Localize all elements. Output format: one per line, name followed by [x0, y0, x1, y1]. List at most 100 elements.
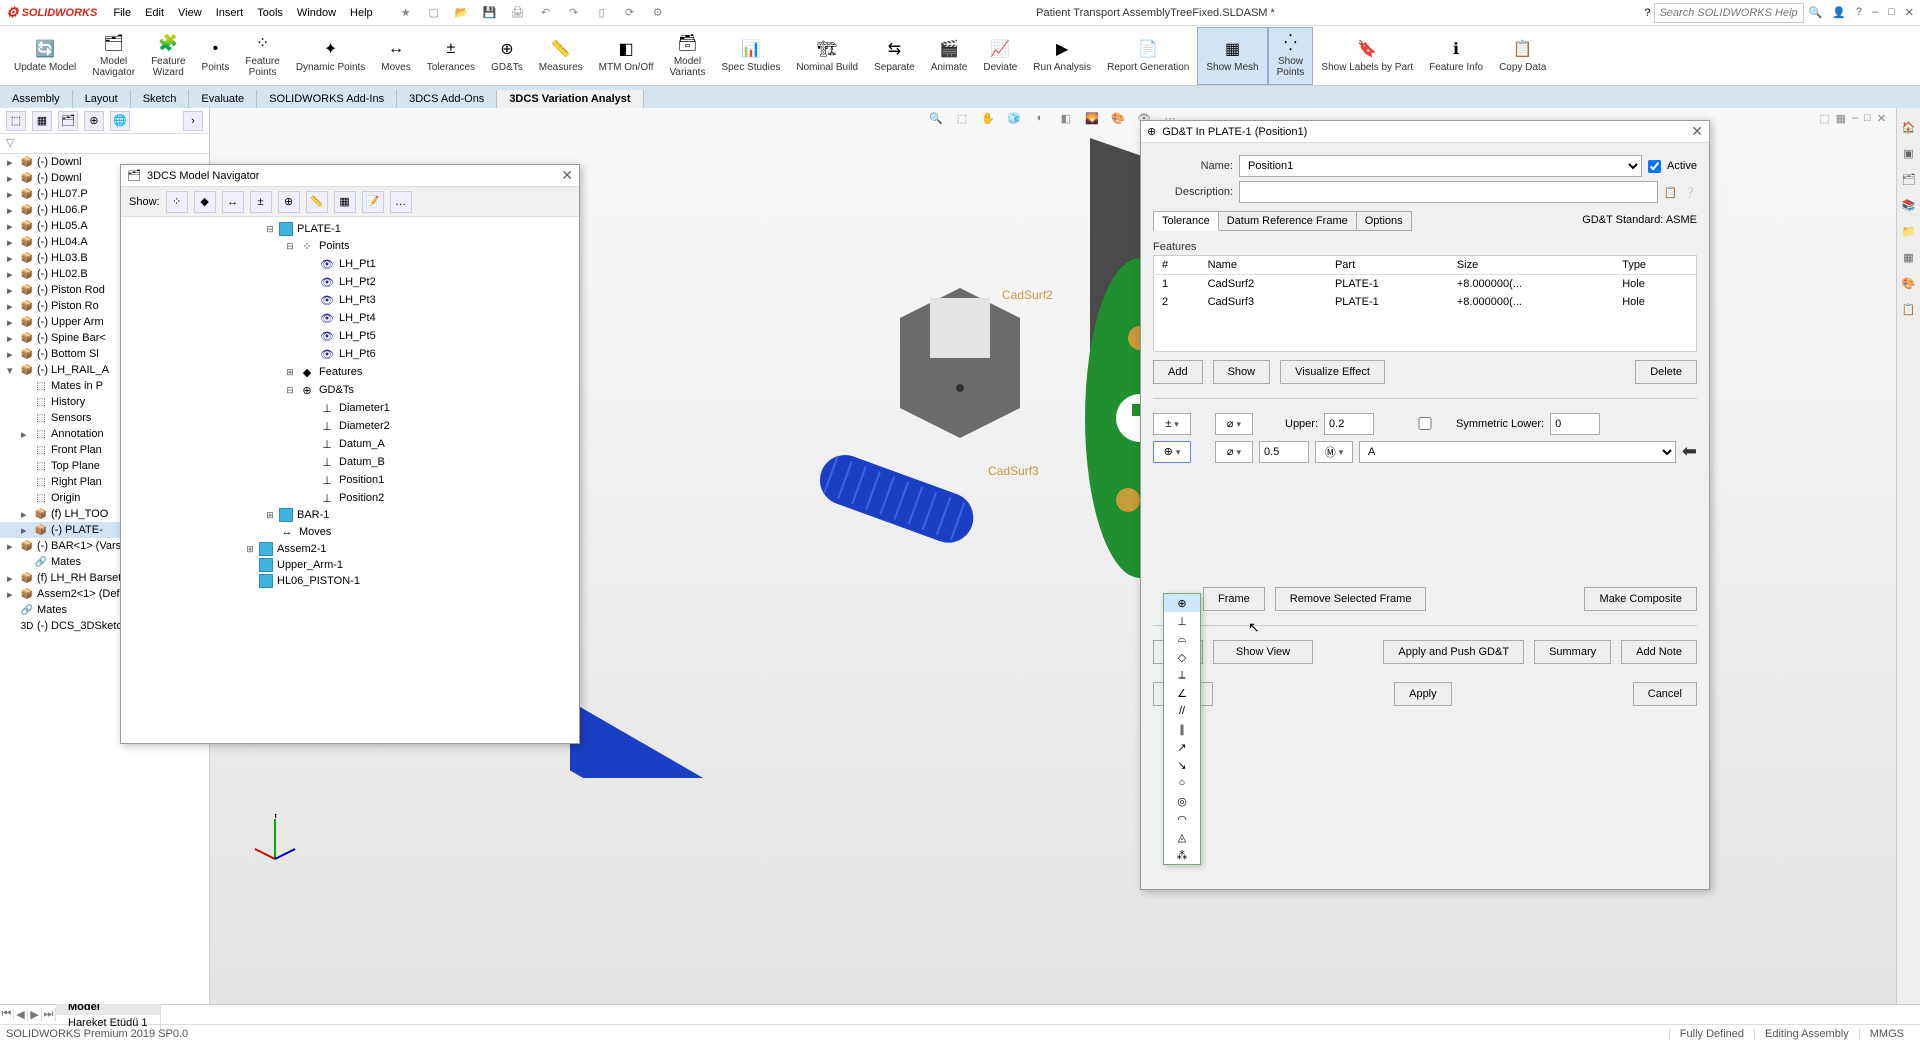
- doc-float-icon[interactable]: ⬚: [1819, 112, 1829, 125]
- display-pane-icon[interactable]: ▦: [32, 111, 52, 131]
- prev-tab-icon[interactable]: ◀: [14, 1008, 28, 1021]
- ribbon-tolerances[interactable]: ±Tolerances: [419, 27, 483, 85]
- nav-tree-row[interactable]: ⊞BAR-1: [121, 507, 579, 523]
- apply-button[interactable]: Apply: [1394, 682, 1452, 706]
- nav-tree-row[interactable]: 👁LH_Pt6: [121, 345, 579, 363]
- expand-icon[interactable]: ▸: [7, 284, 17, 297]
- table-row[interactable]: 2CadSurf3PLATE-1+8.000000(...Hole: [1154, 293, 1697, 311]
- menu-view[interactable]: View: [178, 7, 202, 19]
- visualize-button[interactable]: Visualize Effect: [1280, 360, 1385, 384]
- home-icon[interactable]: 🏠: [1900, 118, 1918, 136]
- zoom-fit-icon[interactable]: 🔍: [927, 112, 945, 125]
- upper-input[interactable]: [1324, 413, 1374, 435]
- show-points-icon[interactable]: ⁘: [166, 191, 188, 213]
- show-notes-icon[interactable]: 📝: [362, 191, 384, 213]
- expand-icon[interactable]: ▸: [7, 348, 17, 361]
- expand-icon[interactable]: ▸: [7, 172, 17, 185]
- config-icon[interactable]: 🗂: [58, 111, 78, 131]
- symbol-option[interactable]: ◎: [1164, 792, 1200, 810]
- expand-icon[interactable]: ▸: [7, 332, 17, 345]
- expand-icon[interactable]: ▸: [7, 204, 17, 217]
- eye-icon[interactable]: 👁: [319, 346, 335, 362]
- doc-close-icon[interactable]: ✕: [1877, 112, 1886, 125]
- summary-button[interactable]: Summary: [1534, 640, 1611, 664]
- show-features-icon[interactable]: ◆: [194, 191, 216, 213]
- nav-tree-row[interactable]: ⊟⊕GD&Ts: [121, 381, 579, 399]
- maximize-icon[interactable]: □: [1888, 6, 1895, 19]
- nav-tree-row[interactable]: ⊥Diameter2: [121, 417, 579, 435]
- tab-options[interactable]: Options: [1356, 211, 1412, 231]
- file-expl-icon[interactable]: 📁: [1900, 222, 1918, 240]
- scene-icon[interactable]: 🌄: [1083, 112, 1101, 125]
- tol-diameter-select[interactable]: ⌀: [1215, 441, 1253, 463]
- nav-tree-row[interactable]: 👁LH_Pt1: [121, 255, 579, 273]
- symbol-option[interactable]: ◠: [1164, 810, 1200, 828]
- task-icon[interactable]: 🌐: [110, 111, 130, 131]
- nav-tree-row[interactable]: ⊥Diameter1: [121, 399, 579, 417]
- search-icon[interactable]: 🔍: [1808, 6, 1822, 19]
- size-symbol-select[interactable]: ±: [1153, 413, 1191, 435]
- sym-lower-checkbox[interactable]: [1400, 417, 1450, 430]
- expand-icon[interactable]: ⊞: [245, 544, 255, 555]
- make-composite-button[interactable]: Make Composite: [1584, 587, 1697, 611]
- assembly-tab-icon[interactable]: ⬚: [6, 111, 26, 131]
- frame-button[interactable]: Frame: [1203, 587, 1265, 611]
- expand-icon[interactable]: ▸: [7, 300, 17, 313]
- menu-help[interactable]: Help: [350, 7, 373, 19]
- table-row[interactable]: 1CadSurf2PLATE-1+8.000000(...Hole: [1154, 275, 1697, 294]
- open-icon[interactable]: 📂: [453, 6, 471, 19]
- design-lib-icon[interactable]: 📚: [1900, 196, 1918, 214]
- cmd-tab-3dcs-variation-analyst[interactable]: 3DCS Variation Analyst: [497, 90, 643, 108]
- eye-icon[interactable]: 👁: [319, 274, 335, 290]
- cmd-tab-solidworks-add-ins[interactable]: SOLIDWORKS Add-Ins: [257, 90, 397, 108]
- undo-icon[interactable]: ↶: [537, 6, 555, 19]
- ribbon-spec-studies[interactable]: 📊Spec Studies: [713, 27, 788, 85]
- active-checkbox[interactable]: [1648, 160, 1661, 173]
- expand-icon[interactable]: ⊞: [285, 367, 295, 378]
- expand-icon[interactable]: ▸: [7, 236, 17, 249]
- ribbon-copy-data[interactable]: 📋Copy Data: [1491, 27, 1554, 85]
- show-button[interactable]: Show: [1213, 360, 1271, 384]
- cancel-button[interactable]: Cancel: [1633, 682, 1697, 706]
- options-icon[interactable]: ⚙: [649, 6, 667, 19]
- notes-icon[interactable]: 📋: [1664, 186, 1678, 199]
- display-style-icon[interactable]: ◐: [1031, 112, 1049, 125]
- resources-icon[interactable]: 🗂: [1900, 170, 1918, 188]
- expand-icon[interactable]: ▸: [7, 220, 17, 233]
- column-header[interactable]: Name: [1200, 256, 1327, 275]
- cmd-tab-assembly[interactable]: Assembly: [0, 90, 73, 108]
- show-mesh-icon[interactable]: ▦: [334, 191, 356, 213]
- show-gdts-icon[interactable]: ⊕: [278, 191, 300, 213]
- expand-icon[interactable]: ▸: [7, 252, 17, 265]
- star-icon[interactable]: ★: [397, 6, 415, 19]
- expand-icon[interactable]: ▸: [21, 428, 31, 441]
- ribbon-show-mesh[interactable]: ▦Show Mesh: [1197, 27, 1267, 85]
- column-header[interactable]: #: [1154, 256, 1200, 275]
- nav-tree-row[interactable]: ⊥Datum_B: [121, 453, 579, 471]
- ribbon-dynamic-points[interactable]: ✦Dynamic Points: [288, 27, 373, 85]
- navigator-titlebar[interactable]: 🗂 3DCS Model Navigator ✕: [121, 165, 579, 187]
- diameter-symbol-select[interactable]: ⌀: [1215, 413, 1253, 435]
- appearance2-icon[interactable]: 🎨: [1900, 274, 1918, 292]
- view-palette-icon[interactable]: ▦: [1900, 248, 1918, 266]
- geom-char-select[interactable]: ⊕: [1153, 441, 1191, 463]
- eye-icon[interactable]: 👁: [319, 310, 335, 326]
- gdt-close-icon[interactable]: ✕: [1691, 123, 1703, 140]
- expand-icon[interactable]: ›: [183, 111, 203, 131]
- cmd-tab-evaluate[interactable]: Evaluate: [189, 90, 257, 108]
- ribbon-run-analysis[interactable]: ▶Run Analysis: [1025, 27, 1099, 85]
- expand-icon[interactable]: ⊟: [265, 224, 275, 235]
- ribbon-nominal-build[interactable]: 🏗Nominal Build: [788, 27, 866, 85]
- menu-tools[interactable]: Tools: [257, 7, 283, 19]
- eye-icon[interactable]: 👁: [319, 256, 335, 272]
- expand-icon[interactable]: ▸: [7, 572, 17, 585]
- expand-icon[interactable]: ▸: [7, 316, 17, 329]
- symbol-option[interactable]: ⁂: [1164, 846, 1200, 864]
- add-note-button[interactable]: Add Note: [1621, 640, 1697, 664]
- nav-tree-row[interactable]: ⊥Position1: [121, 471, 579, 489]
- cmd-tab-3dcs-add-ons[interactable]: 3DCS Add-Ons: [397, 90, 497, 108]
- navigator-close-icon[interactable]: ✕: [561, 167, 573, 184]
- ribbon-report-generation[interactable]: 📄Report Generation: [1099, 27, 1197, 85]
- eye-icon[interactable]: 👁: [319, 292, 335, 308]
- nav-tree-row[interactable]: ⊥Datum_A: [121, 435, 579, 453]
